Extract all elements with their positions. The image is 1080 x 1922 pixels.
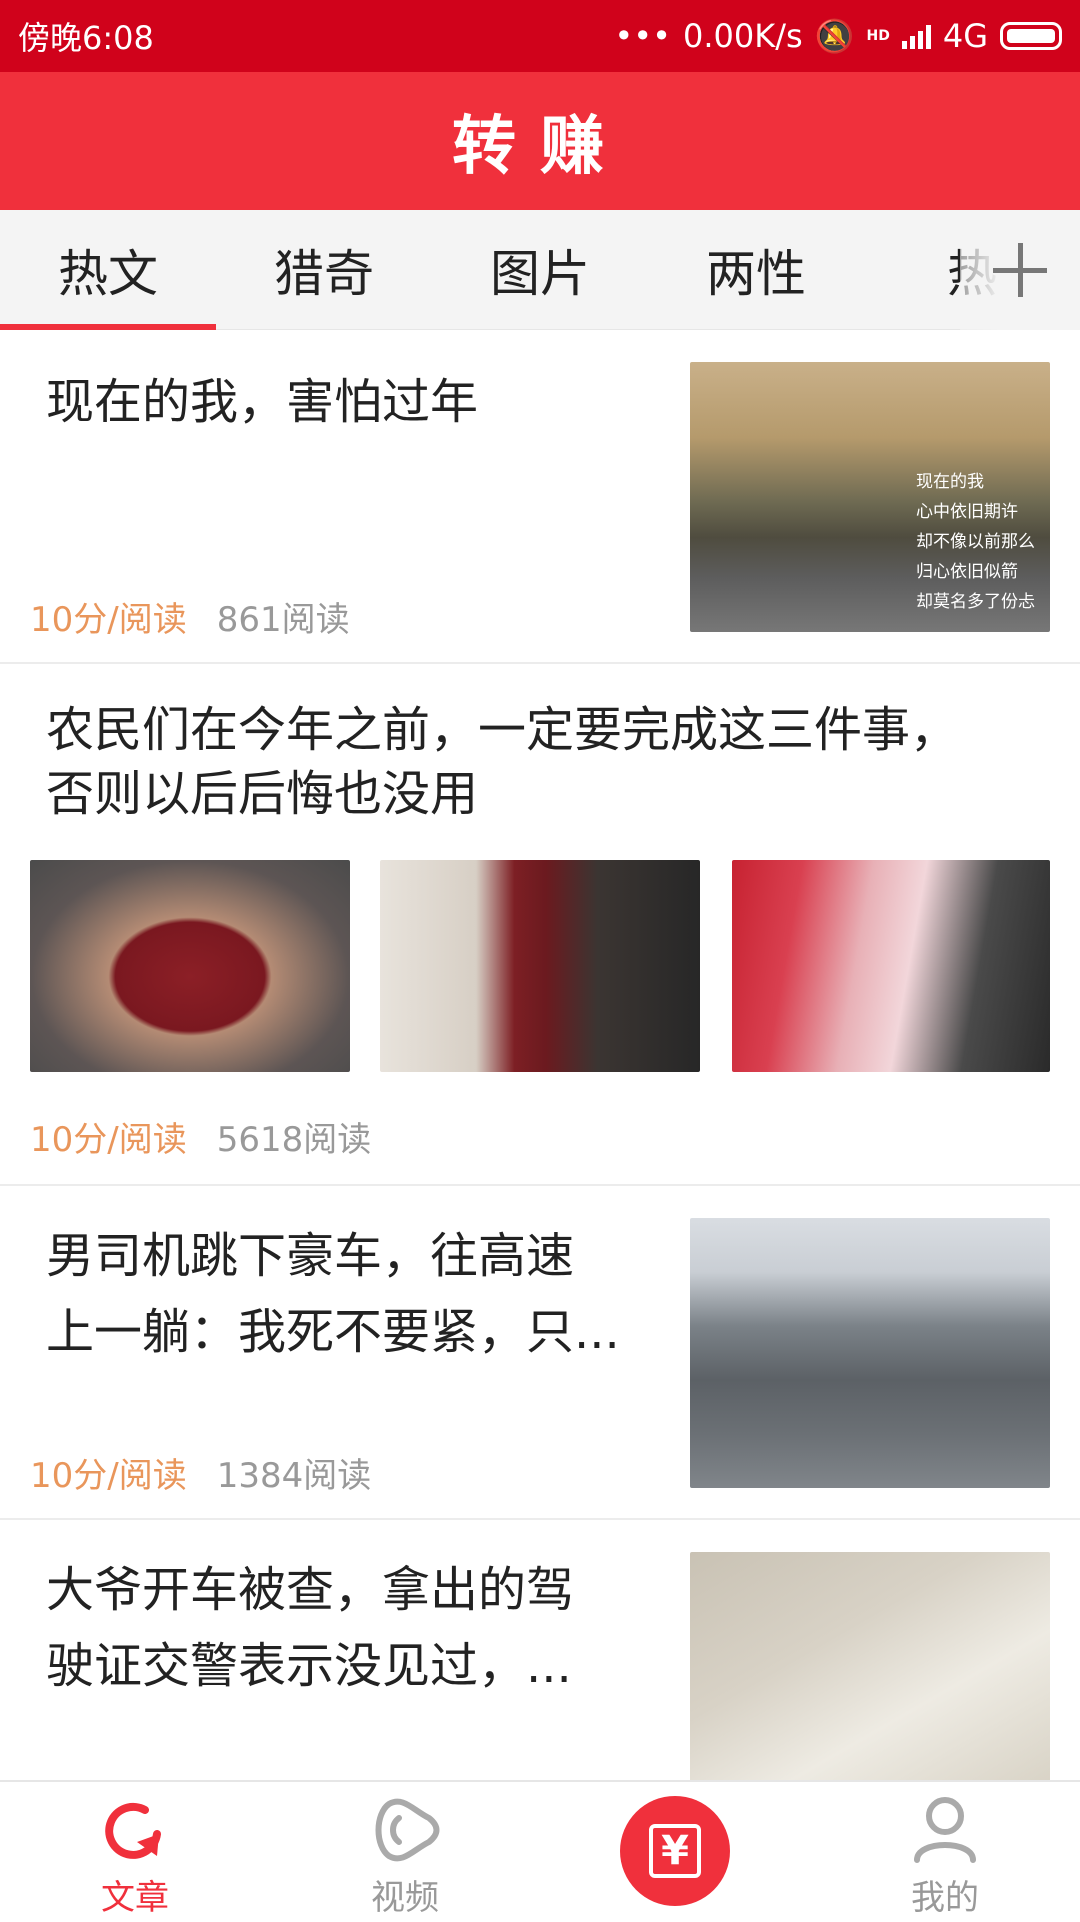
- tab-curiosities[interactable]: 猎奇: [216, 210, 432, 330]
- caption-line: 心中依旧期许: [916, 502, 1018, 522]
- status-bar: 傍晚6:08 ••• 0.00K/s 🔕 HD 4G: [0, 0, 1080, 72]
- red-envelope-icon: ¥: [620, 1796, 730, 1906]
- status-icons: ••• 0.00K/s 🔕 HD 4G: [614, 17, 1062, 55]
- tab-label: 热文: [58, 245, 158, 303]
- article-title-line: 大爷开车被查，拿出的驾: [46, 1562, 575, 1618]
- caption-line: 却不像以前那么: [916, 532, 1035, 552]
- article-thumbnail: 现在的我 心中依旧期许 却不像以前那么 归心依旧似箭 却莫名多了份忐: [690, 362, 1050, 632]
- caption-line: 归心依旧似箭: [916, 562, 1018, 582]
- app-title: 转赚: [452, 110, 628, 184]
- more-dots-icon: •••: [614, 17, 671, 55]
- app-header: 转赚: [0, 72, 1080, 210]
- article-item[interactable]: 男司机跳下豪车，往高速 上一躺：我死不要紧，只... 10分/阅读 1384阅读: [0, 1186, 1080, 1520]
- article-item[interactable]: 农民们在今年之前，一定要完成这三件事， 否则以后后悔也没用 10分/阅读 561…: [0, 664, 1080, 1186]
- article-image-1: [30, 860, 350, 1072]
- article-item[interactable]: 大爷开车被查，拿出的驾 驶证交警表示没见过，...: [0, 1520, 1080, 1780]
- article-reward: 10分/阅读: [30, 1456, 187, 1496]
- article-item[interactable]: 现在的我，害怕过年 10分/阅读 861阅读 现在的我 心中依旧期许 却不像以前…: [0, 330, 1080, 664]
- nav-label: 我的: [911, 1878, 979, 1918]
- plus-icon: [993, 243, 1047, 297]
- article-thumbnail: [690, 1218, 1050, 1488]
- person-icon: [914, 1797, 976, 1863]
- refresh-icon: [105, 1802, 161, 1859]
- nav-videos[interactable]: 视频: [270, 1782, 540, 1922]
- article-reward: 10分/阅读: [30, 1120, 187, 1160]
- article-read-count: 5618阅读: [216, 1120, 372, 1160]
- bottom-navigation: 文章 视频 ¥ 我的: [0, 1780, 1080, 1920]
- article-title-line: 上一躺：我死不要紧，只...: [46, 1304, 620, 1360]
- mute-icon: 🔕: [814, 17, 855, 55]
- tab-label: 两性: [706, 245, 806, 303]
- article-title-line: 男司机跳下豪车，往高速: [46, 1228, 575, 1284]
- battery-icon: [1000, 22, 1062, 50]
- caption-line: 却莫名多了份忐: [916, 592, 1035, 612]
- nav-label: 文章: [101, 1878, 169, 1918]
- article-thumbnail: [690, 1552, 1050, 1780]
- article-meta: 10分/阅读 861阅读: [30, 592, 350, 641]
- tab-label: 猎奇: [274, 245, 374, 303]
- hd-label: HD: [866, 28, 890, 44]
- nav-profile[interactable]: 我的: [810, 1782, 1080, 1922]
- network-type: 4G: [942, 17, 988, 55]
- article-read-count: 1384阅读: [216, 1456, 372, 1496]
- article-title-line: 驶证交警表示没见过，...: [46, 1638, 572, 1694]
- article-meta: 10分/阅读 5618阅读: [30, 1112, 371, 1161]
- signal-icon: [901, 23, 931, 49]
- article-title: 大爷开车被查，拿出的驾 驶证交警表示没见过，...: [46, 1552, 574, 1704]
- yuan-symbol: ¥: [649, 1824, 701, 1878]
- nav-articles[interactable]: 文章: [0, 1782, 270, 1922]
- article-title: 现在的我，害怕过年: [46, 374, 479, 430]
- network-speed: 0.00K/s: [682, 17, 803, 55]
- article-title: 农民们在今年之前，一定要完成这三件事， 否则以后后悔也没用: [46, 692, 958, 832]
- thumbnail-caption: 现在的我 心中依旧期许 却不像以前那么 归心依旧似箭 却莫名多了份忐: [916, 467, 1044, 617]
- nav-red-envelope[interactable]: ¥: [540, 1782, 810, 1922]
- article-title: 男司机跳下豪车，往高速 上一躺：我死不要紧，只...: [46, 1218, 620, 1370]
- article-meta: 10分/阅读 1384阅读: [30, 1448, 371, 1497]
- article-reward: 10分/阅读: [30, 600, 187, 640]
- nav-label: 视频: [371, 1878, 439, 1918]
- tab-label: 图片: [490, 245, 590, 303]
- category-tabs: 热文 猎奇 图片 两性 热: [0, 210, 1080, 330]
- status-time: 傍晚6:08: [18, 19, 154, 57]
- tab-relationships[interactable]: 两性: [648, 210, 864, 330]
- tab-pictures[interactable]: 图片: [432, 210, 648, 330]
- video-icon: [375, 1798, 440, 1862]
- article-image-3: [732, 860, 1050, 1072]
- article-image-2: [380, 860, 700, 1072]
- article-read-count: 861阅读: [216, 600, 350, 640]
- add-tab-button[interactable]: [960, 210, 1080, 330]
- article-feed: 现在的我，害怕过年 10分/阅读 861阅读 现在的我 心中依旧期许 却不像以前…: [0, 330, 1080, 1780]
- tab-hot-articles[interactable]: 热文: [0, 210, 216, 330]
- caption-line: 现在的我: [916, 472, 984, 492]
